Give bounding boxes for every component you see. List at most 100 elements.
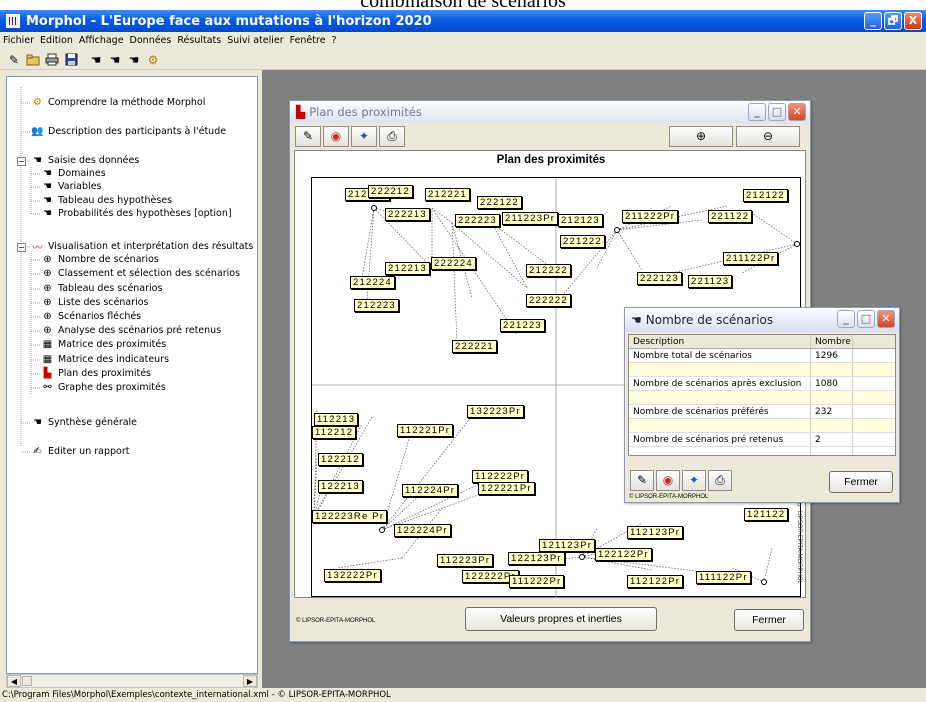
scenario-label: 132223Pr [467, 405, 524, 418]
tree-item-label: Nombre de scénarios [58, 254, 159, 265]
menu-suivi-atelier[interactable]: Suivi atelier [227, 35, 283, 46]
scenario-label: 211223Pr [502, 212, 559, 225]
tree-item-label: Comprendre la méthode Morphol [48, 97, 206, 108]
menu-fenetre[interactable]: Fenêtre [290, 35, 326, 46]
scenario-label: 112223Pr [437, 554, 494, 567]
nb-close-button[interactable]: ✕ [877, 310, 895, 328]
tree-item-matrice-indicateurs[interactable]: ▦ Matrice des indicateurs [41, 353, 169, 366]
tree-item-plan-proximites[interactable]: ▙ Plan des proximités [41, 367, 151, 380]
tree-item-label: Domaines [58, 168, 106, 179]
restore-button[interactable]: 🗗 [884, 12, 902, 30]
save-icon[interactable] [63, 52, 79, 68]
close-button[interactable]: X [904, 12, 922, 30]
tree-horizontal-scrollbar[interactable]: ◀ ▶ [6, 674, 258, 688]
print-icon[interactable] [44, 52, 60, 68]
wand-icon[interactable]: ✎ [295, 126, 321, 147]
hand-icon[interactable]: ☚ [107, 52, 123, 68]
plan-maximize-button[interactable]: □ [768, 103, 786, 121]
nb-fermer-button[interactable]: Fermer [829, 471, 893, 493]
tree-item-rapport[interactable]: ✍ Editer un rapport [31, 445, 129, 458]
share-icon[interactable]: ✦ [351, 126, 377, 147]
tree-item-classement[interactable]: ⊕ Classement et sélection des scénarios [41, 267, 240, 280]
target-icon: ⊕ [43, 297, 52, 308]
table-row[interactable]: Nombre de scénarios après exclusion 1080 [629, 377, 895, 391]
plot-title: Plan des proximités [496, 154, 606, 166]
row-value: 1296 [811, 349, 853, 362]
scenario-label: 112221Pr [397, 424, 454, 437]
globe-icon[interactable]: ◉ [656, 470, 680, 491]
scenario-label: 212224 [350, 276, 395, 289]
plot-node [579, 554, 585, 560]
table-row[interactable]: Nombre total de scénarios 1296 [629, 349, 895, 363]
menu-fichier[interactable]: Fichier [3, 35, 34, 46]
zoom-in-icon[interactable]: ⊕ [669, 126, 733, 147]
wand-icon[interactable]: ✎ [630, 470, 654, 491]
hand-icon: ☚ [43, 168, 52, 179]
scroll-left-icon[interactable]: ◀ [7, 675, 21, 687]
tree-item-matrice-proximites[interactable]: ▦ Matrice des proximités [41, 338, 166, 351]
tree-item-probabilites[interactable]: ☚ Probabilités des hypothèses [option] [41, 207, 232, 220]
tree-item-comprendre[interactable]: ⚙ Comprendre la méthode Morphol [31, 96, 205, 109]
scenario-label: 222123 [637, 272, 682, 285]
hand-icon: ☚ [43, 208, 52, 219]
table-row[interactable]: Nombre de scénarios préférés 232 [629, 405, 895, 419]
help-icon[interactable]: ⚙ [145, 52, 161, 68]
menu-help[interactable]: ? [332, 35, 337, 46]
hand-icon[interactable]: ☚ [126, 52, 142, 68]
expand-toggle-saisie[interactable]: − [17, 157, 26, 166]
tree-item-visualisation[interactable]: 〰 Visualisation et interprétation des rés… [31, 240, 254, 254]
plan-minimize-button[interactable]: _ [748, 103, 766, 121]
target-icon: ⊕ [43, 325, 52, 336]
scenario-label: 121122 [744, 508, 789, 521]
nb-minimize-button[interactable]: _ [837, 310, 855, 328]
menu-donnees[interactable]: Données [130, 35, 172, 46]
scenario-label: 222213 [385, 208, 430, 221]
row-description: Nombre total de scénarios [629, 349, 811, 362]
menu-affichage[interactable]: Affichage [79, 35, 124, 46]
scroll-right-icon[interactable]: ▶ [243, 675, 257, 687]
tree-item-nombre-scenarios[interactable]: ⊕ Nombre de scénarios [41, 253, 159, 266]
target-icon: ⊕ [43, 254, 52, 265]
plot-node [794, 241, 800, 247]
hand-icon[interactable]: ☚ [88, 52, 104, 68]
share-icon[interactable]: ✦ [682, 470, 706, 491]
plot-side-copyright: © LIPSOR-EPITA-MORPHOL [796, 503, 802, 584]
plan-close-button[interactable]: ✕ [788, 103, 806, 121]
tree-item-liste-scenarios[interactable]: ⊕ Liste des scénarios [41, 296, 148, 309]
valeurs-propres-button[interactable]: Valeurs propres et inerties [465, 607, 657, 631]
row-value: 1080 [811, 377, 853, 390]
tree-item-graphe-proximites[interactable]: ⚯ Graphe des proximités [41, 381, 165, 394]
tree-item-participants[interactable]: 👥 Description des participants à l'étude [31, 125, 226, 138]
zoom-out-icon[interactable]: ⊖ [736, 126, 800, 147]
tree-item-variables[interactable]: ☚ Variables [41, 180, 101, 193]
tree-item-synthese[interactable]: ☚ Synthèse générale [31, 416, 137, 429]
expand-toggle-visualisation[interactable]: − [17, 243, 26, 252]
matrix-icon: ▦ [42, 354, 53, 365]
plan-fermer-button[interactable]: Fermer [734, 609, 804, 631]
table-row[interactable]: Nombre de scénarios pré retenus 2 [629, 433, 895, 447]
scenario-label: 211122Pr [723, 252, 779, 265]
minimize-button[interactable]: _ [864, 12, 882, 30]
nb-maximize-button[interactable]: □ [857, 310, 875, 328]
plot-node [761, 579, 767, 585]
print-icon[interactable]: ⎙ [379, 126, 405, 147]
menu-edition[interactable]: Edition [40, 35, 73, 46]
scenario-label: 212223 [354, 299, 399, 312]
tree-item-tableau-hypotheses[interactable]: ☚ Tableau des hypothèses [41, 194, 172, 207]
tree-item-tableau-scenarios[interactable]: ⊕ Tableau des scénarios [41, 282, 162, 295]
nb-copyright: © LIPSOR-EPITA-MORPHOL [629, 494, 709, 500]
print-icon[interactable]: ⎙ [708, 470, 732, 491]
globe-icon[interactable]: ◉ [323, 126, 349, 147]
folder-icon[interactable] [25, 52, 41, 68]
tree-item-scenarios-fleches[interactable]: ⊕ Scénarios fléchés [41, 310, 141, 323]
tree-item-label: Analyse des scénarios pré retenus [58, 325, 222, 336]
wand-icon[interactable]: ✎ [6, 52, 22, 68]
tree-item-analyse-pre-retenus[interactable]: ⊕ Analyse des scénarios pré retenus [41, 324, 221, 337]
scenario-label: 222122 [477, 196, 522, 209]
menu-resultats[interactable]: Résultats [177, 35, 221, 46]
tree-item-domaines[interactable]: ☚ Domaines [41, 167, 106, 180]
hand-icon: ☚ [631, 313, 642, 327]
scenario-label: 111122Pr [696, 571, 751, 584]
tree-item-saisie[interactable]: ☚ Saisie des données [31, 154, 139, 167]
scroll-thumb[interactable] [22, 676, 32, 686]
